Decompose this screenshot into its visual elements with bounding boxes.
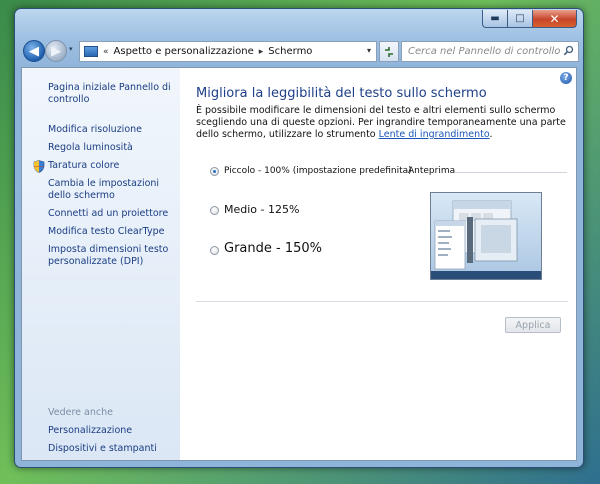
maximize-button[interactable]: □ xyxy=(508,10,533,28)
description-period: . xyxy=(489,129,493,140)
minimize-button[interactable]: ▬ xyxy=(482,10,508,28)
address-dropdown-icon[interactable]: ▾ xyxy=(367,46,371,55)
sidebar-item-brightness[interactable]: Regola luminosità xyxy=(48,142,176,154)
navigation-bar: ◀ ▶ ▾ « Aspetto e personalizzazione ▸ Sc… xyxy=(21,39,579,65)
separator xyxy=(196,301,568,302)
radio-medium[interactable] xyxy=(210,206,219,215)
caption-buttons: ▬ □ ✕ xyxy=(482,10,577,28)
page-description: È possibile modificare le dimensioni del… xyxy=(196,105,572,141)
breadcrumb-separator-icon[interactable]: ▸ xyxy=(259,47,264,57)
recent-pages-dropdown[interactable]: ▾ xyxy=(69,45,73,53)
page-title: Migliora la leggibilità del testo sullo … xyxy=(196,86,487,101)
sidebar-item-color-calibration[interactable]: Taratura colore xyxy=(48,160,176,172)
see-also-heading: Vedere anche xyxy=(48,407,113,418)
sidebar-item-resolution[interactable]: Modifica risoluzione xyxy=(48,124,176,136)
breadcrumb-aspetto[interactable]: Aspetto e personalizzazione xyxy=(114,46,254,57)
sidebar-item-custom-dpi[interactable]: Imposta dimensioni testo personalizzate … xyxy=(48,244,176,268)
option-medium-label[interactable]: Medio - 125% xyxy=(224,203,299,216)
magnifier-link[interactable]: Lente di ingrandimento xyxy=(379,129,490,140)
option-small-label[interactable]: Piccolo - 100% (impostazione predefinita… xyxy=(224,166,412,176)
address-overflow[interactable]: « xyxy=(103,47,109,57)
search-input[interactable]: Cerca nel Pannello di controllo xyxy=(401,41,579,62)
breadcrumb-schermo[interactable]: Schermo xyxy=(268,46,312,57)
help-icon[interactable]: ? xyxy=(560,72,572,84)
content-area: Pagina iniziale Pannello di controllo Mo… xyxy=(21,67,577,461)
refresh-button[interactable] xyxy=(379,41,399,62)
sidebar-item-devices-printers[interactable]: Dispositivi e stampanti xyxy=(48,443,176,455)
apply-button[interactable]: Applica xyxy=(505,317,561,333)
refresh-icon xyxy=(385,46,393,57)
search-icon[interactable] xyxy=(563,45,574,56)
sidebar: Pagina iniziale Pannello di controllo Mo… xyxy=(22,68,180,460)
forward-button[interactable]: ▶ xyxy=(45,40,67,62)
preview-label: Anteprima xyxy=(408,166,456,176)
sidebar-item-display-settings[interactable]: Cambia le impostazioni dello schermo xyxy=(48,178,176,202)
preview-image xyxy=(430,192,542,280)
sidebar-item-projector[interactable]: Connetti ad un proiettore xyxy=(48,208,176,220)
control-panel-window: ▬ □ ✕ ◀ ▶ ▾ « Aspetto e personalizzazion… xyxy=(14,8,584,468)
main-panel: ? Migliora la leggibilità del testo sull… xyxy=(180,68,576,460)
preview-divider xyxy=(455,172,567,173)
sidebar-home-link[interactable]: Pagina iniziale Pannello di controllo xyxy=(48,82,176,106)
close-button[interactable]: ✕ xyxy=(533,10,577,28)
sidebar-item-cleartype[interactable]: Modifica testo ClearType xyxy=(48,226,176,238)
shield-icon xyxy=(33,160,45,173)
back-button[interactable]: ◀ xyxy=(23,40,45,62)
search-placeholder: Cerca nel Pannello di controllo xyxy=(408,46,561,57)
address-bar[interactable]: « Aspetto e personalizzazione ▸ Schermo … xyxy=(79,41,377,62)
control-panel-icon xyxy=(84,46,98,57)
radio-large[interactable] xyxy=(210,246,219,255)
sidebar-item-personalization[interactable]: Personalizzazione xyxy=(48,425,176,437)
option-large-label[interactable]: Grande - 150% xyxy=(224,241,322,256)
radio-small[interactable] xyxy=(210,167,219,176)
desktop-preview-icon xyxy=(431,200,541,279)
